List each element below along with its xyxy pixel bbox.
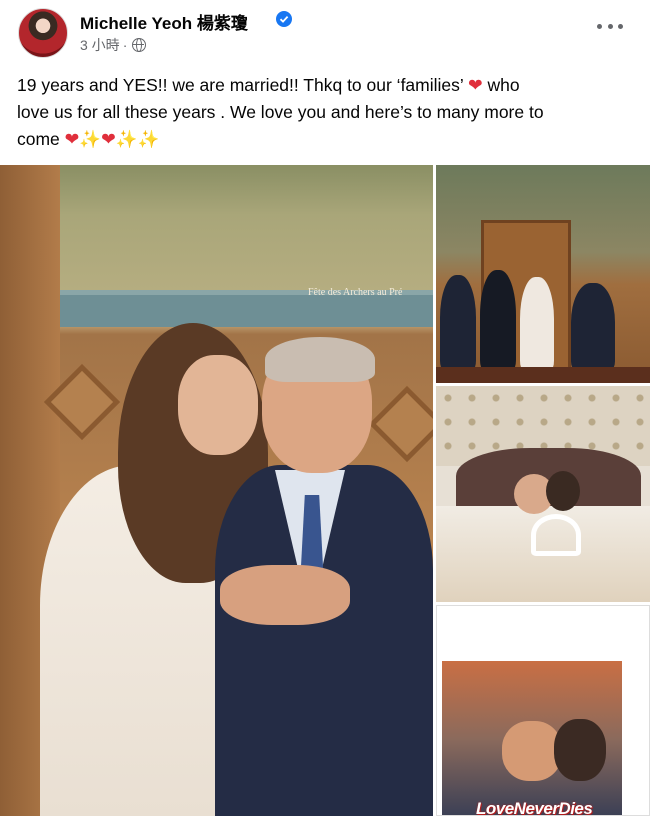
heart-emoji-icon: ❤ (64, 129, 80, 149)
photo-movie-poster[interactable]: LoveNeverDies (436, 605, 650, 816)
mural-painting (60, 165, 433, 300)
movie-poster: LoveNeverDies (442, 661, 622, 816)
meta-separator: · (122, 37, 128, 53)
bride-face (178, 355, 258, 455)
post-timestamp[interactable]: 3 小時 (80, 35, 120, 55)
globe-icon[interactable] (132, 38, 147, 52)
mural-caption: Fête des Archers au Pré (308, 287, 403, 298)
photo-wedding-ring[interactable]: Fête des Archers au Pré (0, 165, 433, 816)
post-meta: 3 小時 · (80, 35, 147, 55)
post-text-line-1-end: who (487, 75, 520, 95)
sparkles-emoji-icon: ✨ (79, 129, 102, 149)
post-header: Michelle Yeoh 楊紫瓊 3 小時 · (0, 0, 650, 62)
sparkles-emoji-icon: ✨ (115, 129, 138, 149)
photo-grid: Fête des Archers au Pré LoveNeverDies (0, 165, 650, 816)
guest-figure (480, 270, 516, 370)
heart-emoji-icon: ❤ (468, 75, 483, 95)
post-text: 19 years and YES!! we are married!! Thkq… (17, 72, 632, 153)
more-options-icon[interactable] (597, 24, 623, 34)
bride-head (546, 471, 580, 511)
poster-title: LoveNeverDies (476, 799, 593, 816)
poster-actress (554, 719, 606, 781)
post-text-line-3: come (17, 129, 60, 149)
author-avatar[interactable] (18, 8, 68, 58)
mural-border (60, 295, 433, 327)
ring-hands (220, 565, 350, 625)
ceremony-table (436, 367, 650, 383)
groom-figure (571, 283, 615, 370)
post-text-line-2: love us for all these years . We love yo… (17, 102, 544, 122)
sparkles-emoji-icon: ✨ (137, 129, 160, 149)
author-name[interactable]: Michelle Yeoh 楊紫瓊 (80, 9, 248, 34)
heart-emoji-icon: ❤ (101, 129, 116, 149)
towel-swans (531, 514, 581, 556)
poster-actor (502, 721, 562, 781)
bride-figure (520, 277, 554, 370)
groom-hair (265, 337, 375, 382)
photo-ceremony-hall[interactable] (436, 165, 650, 383)
guest-figure (440, 275, 476, 370)
verified-badge-icon (276, 11, 292, 27)
wood-carving (368, 385, 433, 463)
photo-bed-swans[interactable] (436, 386, 650, 602)
post-text-line-1: 19 years and YES!! we are married!! Thkq… (17, 75, 468, 95)
